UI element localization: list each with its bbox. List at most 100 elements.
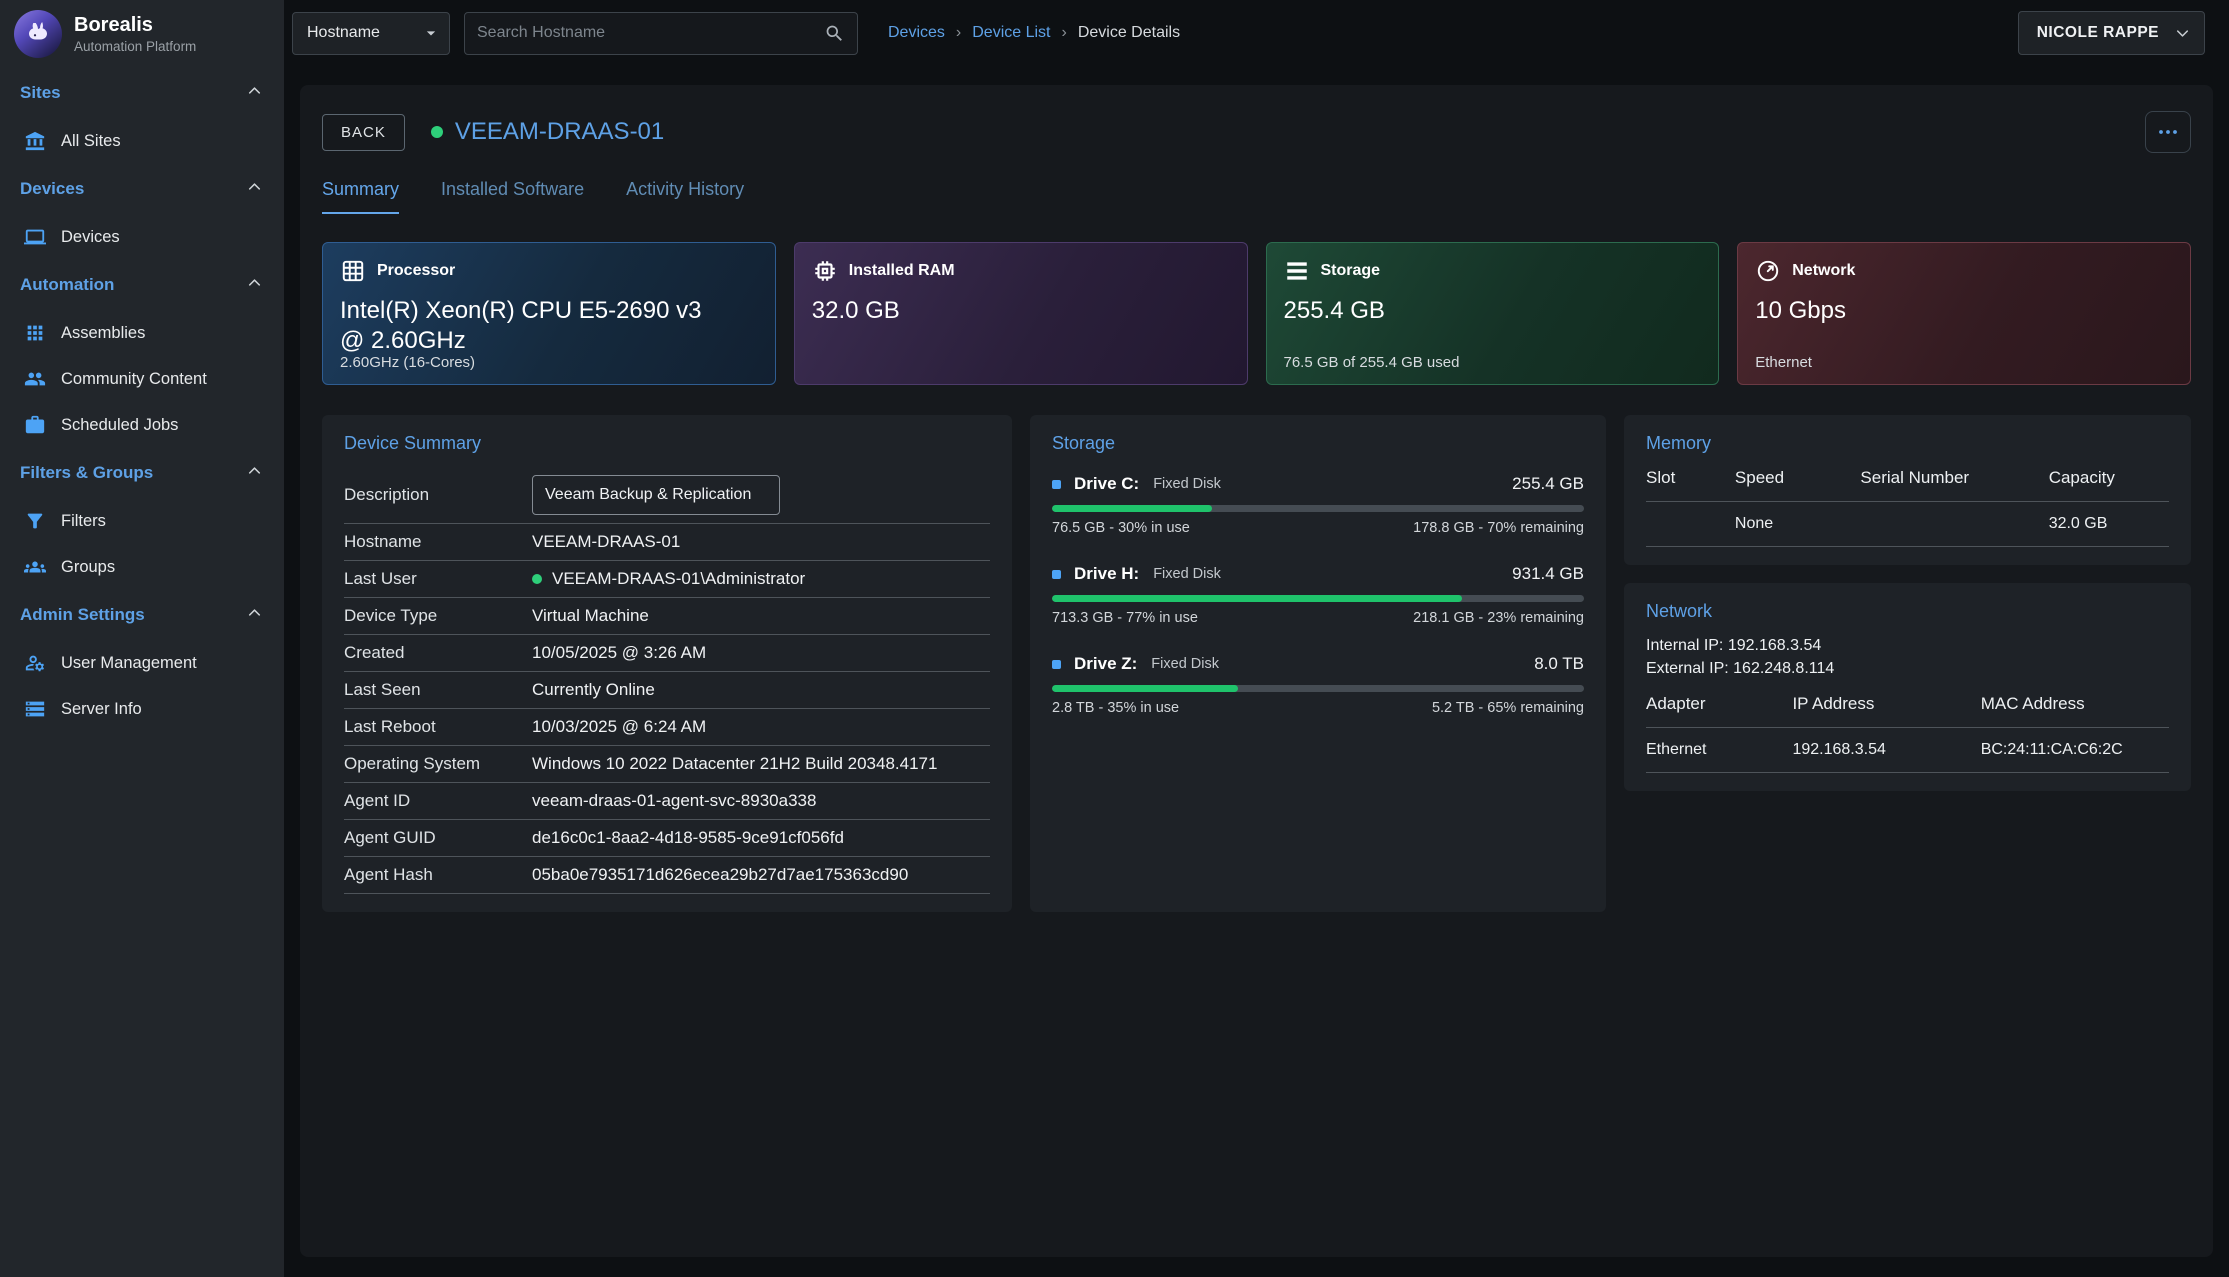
chevron-up-icon	[245, 81, 264, 105]
user-menu-label: NICOLE RAPPE	[2037, 24, 2159, 42]
sidebar: Borealis Automation Platform Sites All S…	[0, 0, 284, 1277]
internal-ip: Internal IP: 192.168.3.54	[1646, 634, 2169, 657]
drive-usage-fill	[1052, 505, 1212, 512]
drive-h: Drive H: Fixed Disk 931.4 GB 713.3 GB - …	[1052, 564, 1584, 626]
network-table-header: Adapter IP Address MAC Address	[1646, 680, 2169, 728]
card-value: 32.0 GB	[812, 296, 1196, 326]
card-subtext: 2.60GHz (16-Cores)	[340, 354, 475, 371]
sidebar-item-user-management[interactable]: User Management	[0, 640, 284, 686]
sidebar-item-devices[interactable]: Devices	[0, 214, 284, 260]
sidebar-item-filters[interactable]: Filters	[0, 498, 284, 544]
tab-bar: Summary Installed Software Activity Hist…	[322, 179, 2191, 214]
brand-subtitle: Automation Platform	[74, 39, 196, 54]
sidebar-section-sites[interactable]: Sites	[0, 68, 284, 118]
sidebar-section-label: Sites	[20, 83, 61, 103]
sidebar-item-all-sites[interactable]: All Sites	[0, 118, 284, 164]
card-subtext: 76.5 GB of 255.4 GB used	[1284, 354, 1460, 371]
panel-title: Storage	[1052, 433, 1584, 454]
sidebar-item-server-info[interactable]: Server Info	[0, 686, 284, 732]
sidebar-item-scheduled-jobs[interactable]: Scheduled Jobs	[0, 402, 284, 448]
chevron-up-icon	[245, 603, 264, 627]
network-panel: Network Internal IP: 192.168.3.54 Extern…	[1624, 583, 2191, 791]
drive-z: Drive Z: Fixed Disk 8.0 TB 2.8 TB - 35% …	[1052, 654, 1584, 716]
summary-row-created: Created 10/05/2025 @ 3:26 AM	[344, 635, 990, 672]
sidebar-section-devices[interactable]: Devices	[0, 164, 284, 214]
brand-text: Borealis Automation Platform	[74, 14, 196, 54]
sidebar-item-label: Community Content	[61, 370, 207, 389]
stat-card-row: Processor Intel(R) Xeon(R) CPU E5-2690 v…	[322, 242, 2191, 385]
laptop-icon	[24, 226, 46, 248]
storage-card: Storage 255.4 GB 76.5 GB of 255.4 GB use…	[1266, 242, 1720, 385]
memory-icon	[812, 258, 838, 284]
sidebar-item-label: Assemblies	[61, 324, 145, 343]
sidebar-item-label: Groups	[61, 558, 115, 577]
drive-used-text: 2.8 TB - 35% in use	[1052, 700, 1179, 716]
sidebar-item-label: Server Info	[61, 700, 142, 719]
sidebar-section-label: Devices	[20, 179, 84, 199]
memory-serial	[1860, 515, 2048, 533]
drive-remaining-text: 218.1 GB - 23% remaining	[1413, 610, 1584, 626]
network-table-row: Ethernet 192.168.3.54 BC:24:11:CA:C6:2C	[1646, 728, 2169, 773]
sidebar-section-label: Filters & Groups	[20, 463, 153, 483]
hostname-filter-select[interactable]: Hostname	[292, 12, 450, 55]
sidebar-item-label: User Management	[61, 654, 197, 673]
filter-icon	[24, 510, 46, 532]
description-input[interactable]	[532, 475, 780, 515]
brand[interactable]: Borealis Automation Platform	[0, 0, 284, 68]
drive-type: Fixed Disk	[1151, 656, 1219, 672]
device-details-panel: BACK VEEAM-DRAAS-01 Summary Installed So…	[300, 85, 2213, 1257]
sidebar-item-community-content[interactable]: Community Content	[0, 356, 284, 402]
sidebar-item-label: Scheduled Jobs	[61, 416, 178, 435]
breadcrumb-devices[interactable]: Devices	[888, 24, 945, 42]
panel-title: Network	[1646, 601, 2169, 622]
search-box[interactable]	[464, 12, 858, 55]
breadcrumb-current: Device Details	[1078, 24, 1180, 42]
summary-row-agent-hash: Agent Hash 05ba0e7935171d626ecea29b27d7a…	[344, 857, 990, 894]
breadcrumb-separator-icon: ›	[956, 24, 961, 42]
tab-summary[interactable]: Summary	[322, 179, 399, 214]
adapter-mac: BC:24:11:CA:C6:2C	[1981, 741, 2169, 759]
drive-size: 8.0 TB	[1534, 654, 1584, 674]
drive-name: Drive Z:	[1074, 654, 1137, 674]
sidebar-item-label: Filters	[61, 512, 106, 531]
app-root: Borealis Automation Platform Sites All S…	[0, 0, 2229, 1277]
summary-row-agent-id: Agent ID veeam-draas-01-agent-svc-8930a3…	[344, 783, 990, 820]
user-gear-icon	[24, 652, 46, 674]
drive-used-text: 713.3 GB - 77% in use	[1052, 610, 1198, 626]
drive-name: Drive H:	[1074, 564, 1139, 584]
chevron-up-icon	[245, 273, 264, 297]
drive-used-text: 76.5 GB - 30% in use	[1052, 520, 1190, 536]
summary-row-last-seen: Last Seen Currently Online	[344, 672, 990, 709]
tab-activity-history[interactable]: Activity History	[626, 179, 744, 214]
user-menu-button[interactable]: NICOLE RAPPE	[2018, 11, 2205, 55]
sidebar-item-groups[interactable]: Groups	[0, 544, 284, 590]
sidebar-section-admin-settings[interactable]: Admin Settings	[0, 590, 284, 640]
sidebar-section-automation[interactable]: Automation	[0, 260, 284, 310]
memory-table-header: Slot Speed Serial Number Capacity	[1646, 454, 2169, 502]
right-column: Memory Slot Speed Serial Number Capacity…	[1624, 415, 2191, 791]
back-button[interactable]: BACK	[322, 114, 405, 151]
search-input[interactable]	[477, 24, 824, 42]
cpu-grid-icon	[340, 258, 366, 284]
panel-title: Device Summary	[344, 433, 990, 454]
more-options-button[interactable]	[2145, 111, 2191, 153]
sidebar-section-filters-groups[interactable]: Filters & Groups	[0, 448, 284, 498]
groups-icon	[24, 556, 46, 578]
sidebar-item-assemblies[interactable]: Assemblies	[0, 310, 284, 356]
drive-type: Fixed Disk	[1153, 476, 1221, 492]
drive-size: 255.4 GB	[1512, 474, 1584, 494]
tab-installed-software[interactable]: Installed Software	[441, 179, 584, 214]
card-label: Installed RAM	[849, 262, 955, 280]
drive-usage-fill	[1052, 685, 1238, 692]
storage-panel: Storage Drive C: Fixed Disk 255.4 GB 76.…	[1030, 415, 1606, 912]
borealis-logo-icon	[14, 10, 62, 58]
drive-remaining-text: 5.2 TB - 65% remaining	[1432, 700, 1584, 716]
summary-row-hostname: Hostname VEEAM-DRAAS-01	[344, 524, 990, 561]
drive-bullet-icon	[1052, 480, 1061, 489]
sidebar-item-label: Devices	[61, 228, 120, 247]
drive-name: Drive C:	[1074, 474, 1139, 494]
summary-row-last-reboot: Last Reboot 10/03/2025 @ 6:24 AM	[344, 709, 990, 746]
drive-size: 931.4 GB	[1512, 564, 1584, 584]
breadcrumb-device-list[interactable]: Device List	[972, 24, 1050, 42]
network-gauge-icon	[1755, 258, 1781, 284]
